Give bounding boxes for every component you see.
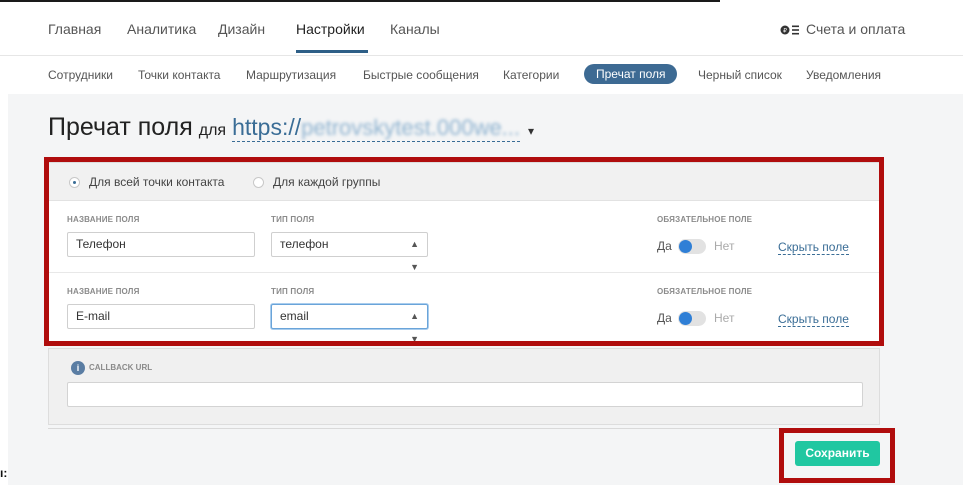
site-url-blurred: petrovskytest.000we...	[301, 115, 521, 140]
callback-url-label: CALLBACK URL	[89, 363, 153, 372]
nav-item-settings[interactable]: Настройки	[296, 21, 365, 37]
highlight-frame-fields	[44, 157, 884, 346]
subnav-item-categories[interactable]: Категории	[503, 68, 559, 82]
subnav-item-employees[interactable]: Сотрудники	[48, 68, 113, 82]
main-nav: Главная Аналитика Дизайн Настройки Канал…	[0, 2, 963, 54]
nav-item-analytics[interactable]: Аналитика	[127, 21, 196, 37]
nav-active-underline	[296, 50, 368, 53]
info-icon: i	[71, 361, 85, 375]
subnav-item-contact-points[interactable]: Точки контакта	[138, 68, 220, 82]
page-title-text: Пречат поля	[48, 113, 193, 141]
page-title: Пречат поля для https://petrovskytest.000w…	[48, 113, 534, 142]
nav-item-design[interactable]: Дизайн	[218, 21, 265, 37]
callback-url-input[interactable]	[67, 382, 863, 407]
svg-text:₽: ₽	[783, 28, 787, 35]
sub-nav: Сотрудники Точки контакта Маршрутизация …	[0, 55, 963, 93]
divider	[48, 428, 880, 429]
billing-icon[interactable]: ₽	[780, 24, 800, 36]
callback-url-section: i CALLBACK URL	[48, 348, 880, 425]
nav-item-home[interactable]: Главная	[48, 21, 101, 37]
subnav-item-blacklist[interactable]: Черный список	[698, 68, 782, 82]
nav-item-channels[interactable]: Каналы	[390, 21, 440, 37]
subnav-item-routing[interactable]: Маршрутизация	[246, 68, 336, 82]
billing-link[interactable]: Счета и оплата	[806, 21, 905, 37]
page-title-for: для	[198, 122, 227, 139]
site-url-prefix: https://	[232, 114, 302, 140]
stray-mark: ı:	[0, 466, 8, 480]
subnav-item-notifications[interactable]: Уведомления	[806, 68, 881, 82]
site-selector[interactable]: https://petrovskytest.000we...	[232, 114, 521, 142]
subnav-item-quick-messages[interactable]: Быстрые сообщения	[363, 68, 479, 82]
save-button[interactable]: Сохранить	[795, 441, 880, 466]
subnav-item-prechat-fields[interactable]: Пречат поля	[584, 64, 678, 84]
chevron-down-icon[interactable]: ▾	[528, 124, 534, 138]
